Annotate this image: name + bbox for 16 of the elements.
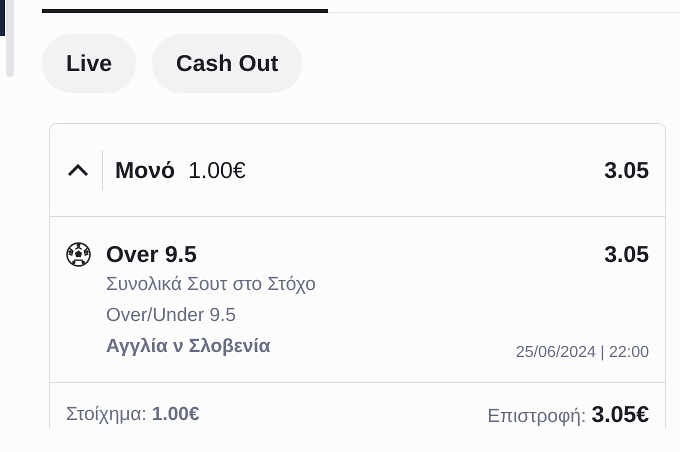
filter-chip[interactable]: Cash Out — [152, 34, 302, 93]
return-summary: Επιστροφή: 3.05€ — [487, 401, 649, 428]
bet-type: Μονό — [115, 156, 176, 184]
market-line: Over/Under 9.5 — [106, 304, 237, 328]
scrollbar[interactable] — [6, 0, 14, 77]
selection-name: Over 9.5 — [106, 240, 198, 269]
selection-odds: 3.05 — [603, 240, 649, 269]
total-odds: 3.05 — [604, 156, 649, 184]
soccer-ball-icon — [66, 242, 91, 267]
event-name: Αγγλία ν Σλοβενία — [106, 335, 272, 359]
market-name: Συνολικά Σουτ στο Στόχο — [106, 273, 317, 297]
event-datetime: 25/06/2024 | 22:00 — [516, 344, 649, 362]
stake-amount: 1.00€ — [188, 156, 246, 184]
image-edge — [0, 0, 5, 36]
stake-summary: Στοίχημα: 1.00€ — [66, 404, 200, 426]
filter-chip[interactable]: Live — [42, 34, 136, 93]
